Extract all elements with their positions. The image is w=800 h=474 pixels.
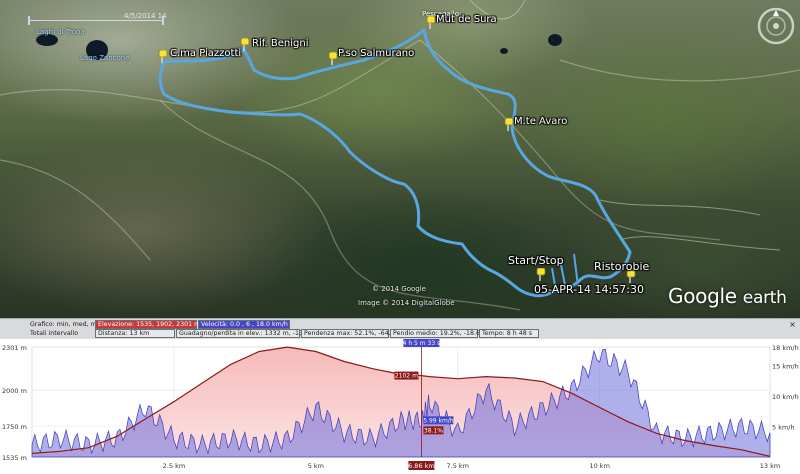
placemark-label: C.ma Piazzotti <box>170 48 242 59</box>
pushpin-icon <box>240 38 250 51</box>
graph-label: Grafico: min, med, max <box>30 321 105 328</box>
x-tick-label: 5 km <box>308 462 324 470</box>
placemark-label: Rif. Benigni <box>252 38 309 49</box>
map-label-lago: Lago Zancone <box>80 54 130 62</box>
y-right-tick-label: 15 km/h <box>772 362 799 370</box>
distance-stat: Distanza: 13 km <box>95 329 175 338</box>
y-left-tick-label: 1750 m <box>2 423 27 431</box>
pushpin-icon <box>504 118 514 131</box>
x-tick-label: 13 km <box>760 462 780 470</box>
copyright-imagery: Image © 2014 DigitalGlobe <box>358 299 455 307</box>
pushpin-icon <box>536 268 546 281</box>
cursor-elevation-label: 2102 m <box>395 373 418 380</box>
y-right-tick-label: 18 km/h <box>772 344 799 352</box>
navigation-compass-icon[interactable] <box>756 6 796 46</box>
pushpin-icon <box>426 16 436 29</box>
max-slope-stat: Pendenza max: 52.1%, -64.2% <box>301 329 401 338</box>
y-left-tick-label: 2000 m <box>2 387 27 395</box>
x-tick-label: 7.5 km <box>447 462 470 470</box>
placemark-label: Start/Stop <box>508 254 564 267</box>
speed-stat-button[interactable]: Velocità: 0.0 , 6 , 18.0 km/h <box>198 320 290 329</box>
google-earth-window: 4/5/2014 14 Laghi di Trona Lago Zancone … <box>0 0 800 474</box>
placemark-label: Ristorobie <box>594 260 650 273</box>
time-stat: Tempo: 8 h 48 s <box>479 329 539 338</box>
cursor-time-label: 4 h 5 m 33 s <box>403 340 441 347</box>
y-right-tick-label: 5 km/h <box>772 423 795 431</box>
cursor-slope-label: 38.1% <box>424 427 443 434</box>
x-tick-label: 6.86 km <box>408 462 435 470</box>
elevation-stat-button[interactable]: Elevazione: 1535, 1902, 2301 m <box>95 320 200 329</box>
time-slider-date: 4/5/2014 14 <box>124 12 167 20</box>
x-tick-label: 10 km <box>589 462 609 470</box>
y-left-tick-label: 2301 m <box>2 344 27 352</box>
map-view[interactable]: 4/5/2014 14 Laghi di Trona Lago Zancone … <box>0 0 800 318</box>
placemark-label: Mut de Sura <box>436 14 497 25</box>
placemark-label: M.te Avaro <box>514 116 568 127</box>
lake <box>500 48 508 54</box>
elevation-profile-toolbar: Grafico: min, med, max Elevazione: 1535,… <box>0 318 800 339</box>
copyright-google: © 2014 Google <box>372 285 426 293</box>
pushpin-icon <box>158 50 168 63</box>
close-profile-button[interactable]: × <box>788 321 797 330</box>
google-earth-logo: Google earth <box>668 284 787 308</box>
y-left-tick-label: 1535 m <box>2 454 27 462</box>
map-label-laghi: Laghi di Trona <box>36 28 85 36</box>
elevation-profile-chart[interactable]: 2301 m 2000 m 1750 m 1535 m 18 km/h 15 km/h 10… <box>0 339 800 474</box>
placemark-label: P.so Salmurano <box>338 48 415 59</box>
x-tick-label: 2.5 km <box>163 462 186 470</box>
interval-totals-label: Totali intervallo <box>30 330 79 337</box>
y-right-tick-label: 10 km/h <box>772 393 799 401</box>
avg-slope-stat: Pendio medio: 19.2%, -18.6% <box>390 329 486 338</box>
profile-plot[interactable]: 2301 m 2000 m 1750 m 1535 m 18 km/h 15 km/h 10… <box>0 339 800 474</box>
cursor-speed-label: 5.99 km/h <box>423 417 454 424</box>
placemark-timestamp: 05-APR-14 14:57:30 <box>534 283 644 296</box>
pushpin-icon <box>328 52 338 65</box>
elevation-gain-stat: Guadagno/perdita in elev.: 1332 m, -1328… <box>176 329 319 338</box>
lake <box>548 34 562 46</box>
